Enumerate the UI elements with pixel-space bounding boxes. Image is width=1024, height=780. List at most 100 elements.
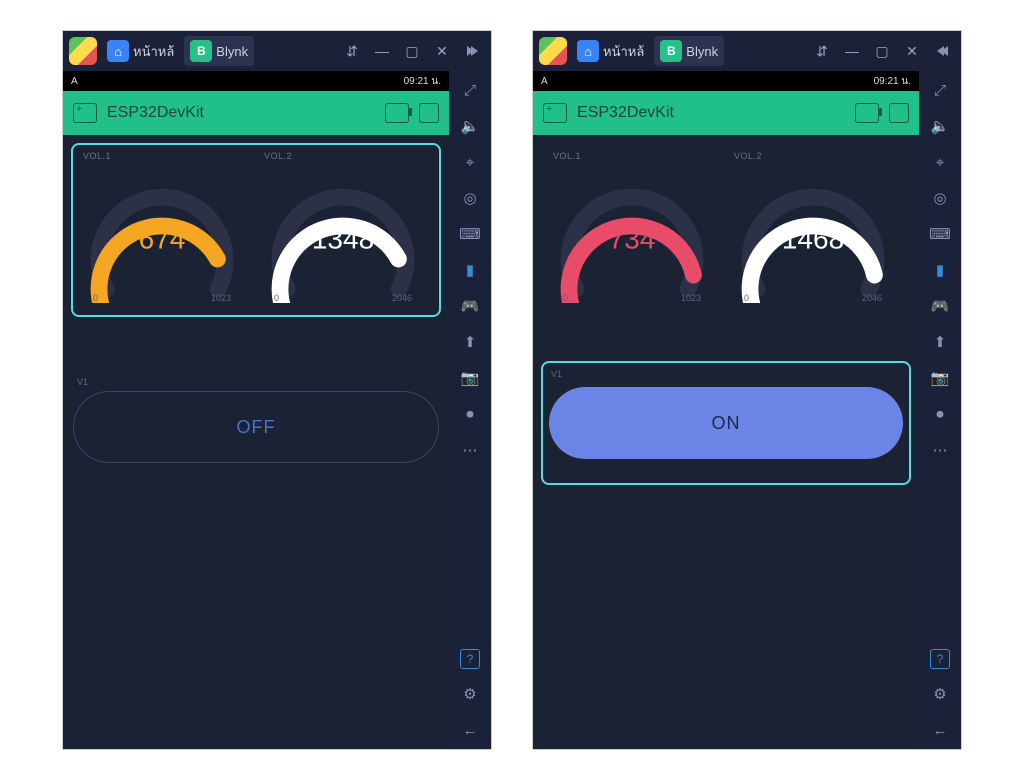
gauge-vol1: VOL.1 674 0 1023 [77,151,254,303]
gamepad-icon[interactable]: 🎮 [929,295,951,317]
project-title: ESP32DevKit [107,104,375,122]
fullscreen-icon[interactable]: ⤢ [459,79,481,101]
blynk-app-icon: B [190,40,212,62]
home-icon: ⌂ [577,40,599,62]
screenshot-icon[interactable]: 📷 [459,367,481,389]
eye-icon[interactable]: ◎ [929,187,951,209]
toggle-button-label: ON [712,413,741,434]
record-icon[interactable]: ⏺ [459,403,481,425]
toggle-button-on[interactable]: ON [549,387,903,459]
stop-icon[interactable] [889,103,909,123]
gauge-min: 0 [274,293,279,303]
android-statusbar: A 09:21 น. [63,71,449,91]
gauge-vol2: VOL.2 1468 0 2046 [728,151,905,303]
gauge-value: 674 [139,223,186,255]
settings-gear-icon[interactable]: ⚙ [459,683,481,705]
volume-icon[interactable]: 🔈 [929,115,951,137]
titlebar: ⌂ หน้าหล้ B Blynk ⇵ ― ▢ ✕ [533,31,961,71]
gamepad-icon[interactable]: 🎮 [459,295,481,317]
statusbar-clock: 09:21 น. [404,74,441,89]
gauge-min: 0 [744,293,749,303]
maximize-button[interactable]: ▢ [399,38,425,64]
gauge-label: VOL.2 [258,151,435,161]
minimize-button[interactable]: ― [839,38,865,64]
battery-icon[interactable] [855,103,879,123]
toggle-button-off[interactable]: OFF [73,391,439,463]
more-icon[interactable]: ⋯ [459,439,481,461]
gauge-label: VOL.1 [77,151,254,161]
button-widget[interactable]: OFF [71,391,441,463]
tab-blynk[interactable]: B Blynk [654,36,724,66]
pointer-lock-icon[interactable]: ⌖ [459,151,481,173]
tab-blynk[interactable]: B Blynk [184,36,254,66]
android-statusbar: A 09:21 น. [533,71,919,91]
emulator-sidebar: ⤢ 🔈 ⌖ ◎ ⌨ ▮ 🎮 ⬆ 📷 ⏺ ⋯ ? ⚙ ← [919,71,961,749]
sync-button[interactable]: ⇵ [339,38,365,64]
tab-blynk-label: Blynk [216,44,248,59]
stop-icon[interactable] [419,103,439,123]
titlebar: ⌂ หน้าหล้ B Blynk ⇵ ― ▢ ✕ [63,31,491,71]
blynk-header: ESP32DevKit [533,91,919,135]
help-icon[interactable]: ? [930,649,950,669]
keyboard-icon[interactable]: ⌨ [929,223,951,245]
chevron-left-icon [941,46,948,56]
tab-blynk-label: Blynk [686,44,718,59]
device-icon[interactable]: ▮ [459,259,481,281]
toggle-button-label: OFF [237,417,276,438]
tab-home-label: หน้าหล้ [133,41,174,62]
record-icon[interactable]: ⏺ [929,403,951,425]
emulator-sidebar: ⤢ 🔈 ⌖ ◎ ⌨ ▮ 🎮 ⬆ 📷 ⏺ ⋯ ? ⚙ ← [449,71,491,749]
tab-home-label: หน้าหล้ [603,41,644,62]
add-widget-icon[interactable] [543,103,567,123]
settings-gear-icon[interactable]: ⚙ [929,683,951,705]
gauge-max: 2046 [392,293,412,303]
battery-icon[interactable] [385,103,409,123]
button-widget[interactable]: V1 ON [541,361,911,485]
tab-home[interactable]: ⌂ หน้าหล้ [571,36,650,66]
gauge-max: 1023 [211,293,231,303]
gauge-max: 1023 [681,293,701,303]
minimize-button[interactable]: ― [369,38,395,64]
emulator-window-right: ⌂ หน้าหล้ B Blynk ⇵ ― ▢ ✕ A 09:21 น. ESP… [532,30,962,750]
blynk-app-icon: B [660,40,682,62]
statusbar-left: A [541,76,548,87]
more-icon[interactable]: ⋯ [929,439,951,461]
statusbar-clock: 09:21 น. [874,74,911,89]
add-widget-icon[interactable] [73,103,97,123]
collapse-sidebar-button[interactable] [459,38,485,64]
gauge-widget-group[interactable]: VOL.1 734 0 1023 [541,143,911,317]
project-title: ESP32DevKit [577,104,845,122]
gauge-label: VOL.2 [728,151,905,161]
chevron-right-icon [471,46,478,56]
blynk-header: ESP32DevKit [63,91,449,135]
install-apk-icon[interactable]: ⬆ [459,331,481,353]
install-apk-icon[interactable]: ⬆ [929,331,951,353]
sync-button[interactable]: ⇵ [809,38,835,64]
phone-screen: A 09:21 น. ESP32DevKit VOL.1 [63,71,449,749]
volume-icon[interactable]: 🔈 [459,115,481,137]
close-button[interactable]: ✕ [429,38,455,64]
screenshot-icon[interactable]: 📷 [929,367,951,389]
eye-icon[interactable]: ◎ [459,187,481,209]
gauge-widget-group[interactable]: VOL.1 674 0 1023 [71,143,441,317]
home-icon: ⌂ [107,40,129,62]
statusbar-left: A [71,76,78,87]
collapse-sidebar-button[interactable] [929,38,955,64]
gauge-value: 1348 [312,223,374,255]
gauge-vol1: VOL.1 734 0 1023 [547,151,724,303]
back-icon[interactable]: ← [929,719,951,741]
maximize-button[interactable]: ▢ [869,38,895,64]
device-icon[interactable]: ▮ [929,259,951,281]
back-icon[interactable]: ← [459,719,481,741]
close-button[interactable]: ✕ [899,38,925,64]
gauge-min: 0 [93,293,98,303]
pin-label: V1 [77,377,441,387]
fullscreen-icon[interactable]: ⤢ [929,79,951,101]
bluestacks-logo-icon [539,37,567,65]
keyboard-icon[interactable]: ⌨ [459,223,481,245]
pin-label: V1 [551,369,903,379]
help-icon[interactable]: ? [460,649,480,669]
gauge-label: VOL.1 [547,151,724,161]
tab-home[interactable]: ⌂ หน้าหล้ [101,36,180,66]
pointer-lock-icon[interactable]: ⌖ [929,151,951,173]
